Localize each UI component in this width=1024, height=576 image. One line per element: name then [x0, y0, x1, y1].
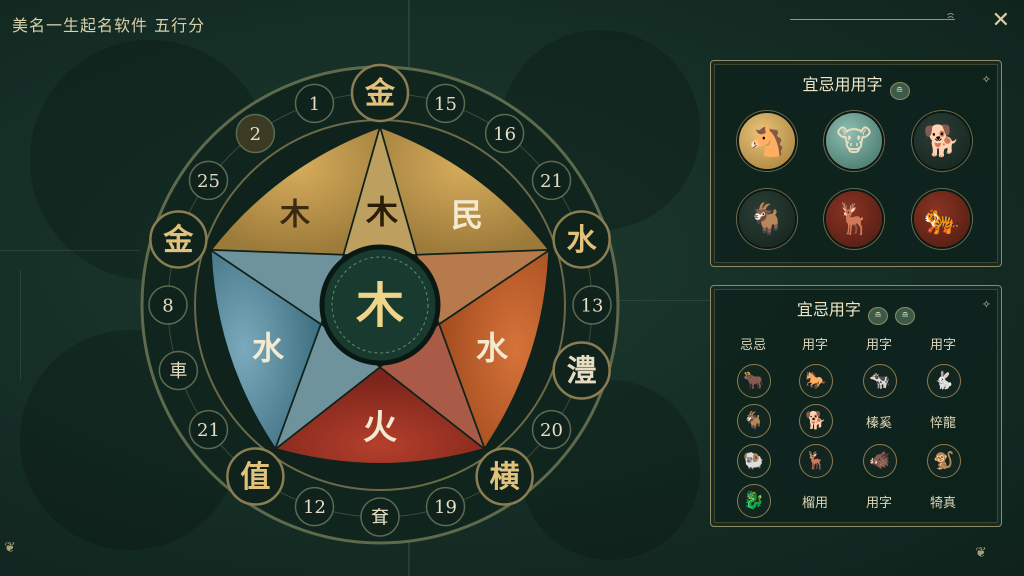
number-node[interactable]: 25	[188, 160, 229, 201]
number-node[interactable]: 19	[425, 486, 466, 527]
number-node[interactable]: 16	[484, 113, 525, 154]
node-label: 值	[240, 460, 270, 495]
tiger-icon[interactable]: 🐅	[914, 191, 970, 247]
goat-icon[interactable]: 🐐	[739, 191, 795, 247]
number-node[interactable]: 車	[158, 350, 199, 391]
dog-icon[interactable]: 🐕	[914, 113, 970, 169]
node-label: 15	[434, 94, 457, 115]
panel-badge-icon: ≘	[868, 307, 888, 325]
element-node[interactable]: 金	[149, 210, 208, 269]
column-header: 用字	[801, 338, 828, 353]
number-node[interactable]: 21	[531, 160, 572, 201]
deer-icon[interactable]: 🦌	[826, 191, 882, 247]
cow-icon[interactable]: 🐄	[863, 364, 897, 398]
boar-icon[interactable]: 🐗	[863, 444, 897, 478]
panel-title-text: 宜忌用用字	[802, 75, 883, 94]
number-node[interactable]: 耷	[360, 497, 400, 537]
node-label: 25	[197, 171, 220, 192]
segment-label-top-center: 木	[365, 193, 398, 231]
monkey-icon[interactable]: 🐒	[927, 444, 961, 478]
avoid-use-panel: 宜忌用用字 ≘ ✧ 🐴 🐮 🐕 🐐 🦌 🐅	[710, 60, 1002, 267]
node-label: 金	[162, 223, 194, 258]
panel-badge-icon: ≘	[889, 82, 910, 100]
number-node[interactable]: 21	[188, 409, 229, 450]
rabbit-icon[interactable]: 🐇	[927, 364, 961, 398]
horse-icon[interactable]: 🐎	[799, 364, 833, 398]
sparkle-icon: ✧	[981, 73, 991, 86]
goat-icon[interactable]: 🐐	[737, 404, 771, 438]
node-label: 1	[309, 94, 320, 115]
segment-label-left: 水	[252, 329, 285, 367]
node-label: 車	[169, 361, 187, 382]
element-node[interactable]: 澧	[552, 341, 611, 400]
node-label: 8	[162, 296, 173, 317]
panel-badge-icon: ≘	[895, 307, 916, 325]
grid-cell-text: 用字	[865, 496, 892, 511]
number-node[interactable]: 2	[235, 113, 276, 154]
corner-ornament-icon: ❦	[4, 540, 16, 556]
number-node[interactable]: 12	[294, 486, 335, 527]
node-label: 金	[364, 77, 396, 112]
grid-cell-text: 榛奚	[865, 416, 892, 431]
node-label: 21	[197, 420, 220, 441]
dragon-icon[interactable]: 🐉	[737, 484, 771, 518]
grid-cell-text: 犄真	[929, 496, 956, 511]
sparkle-icon: ✧	[981, 298, 991, 311]
number-node[interactable]: 8	[148, 285, 188, 325]
horse-icon[interactable]: 🐴	[739, 113, 795, 169]
panel-title: 宜忌用字 ≘ ≘	[711, 296, 1001, 325]
column-header: 用字	[865, 338, 892, 353]
node-label: 横	[490, 460, 520, 495]
node-label: 12	[303, 497, 326, 518]
element-node[interactable]: 水	[552, 210, 611, 269]
panel-title-text: 宜忌用字	[796, 300, 861, 319]
corner-ornament-icon: ❦	[975, 545, 987, 561]
number-node[interactable]: 20	[531, 409, 572, 450]
avoid-use-chars-panel: 宜忌用字 ≘ ≘ ✧ 忌忌 用字 用字 用字 🐂 🐎 🐄 🐇 🐐 🐕 榛奚 悴龍 🐏 🦌 🐗 🐒 🐉 榴用 用字 犄真	[710, 285, 1002, 527]
grid-cell-text: 榴用	[801, 496, 828, 511]
segment-label-bottom: 火	[363, 408, 397, 448]
number-node[interactable]: 13	[572, 285, 612, 325]
node-label: 19	[434, 497, 457, 518]
node-label: 水	[567, 223, 598, 258]
node-label: 20	[540, 420, 563, 441]
node-label: 2	[250, 124, 261, 145]
ox-icon[interactable]: 🐂	[737, 364, 771, 398]
column-header: 忌忌	[739, 338, 766, 353]
element-node[interactable]: 金	[350, 63, 410, 123]
ox-icon[interactable]: 🐮	[826, 113, 882, 169]
segment-label-top-left: 木	[279, 198, 310, 233]
deer-icon[interactable]: 🦌	[799, 444, 833, 478]
number-node[interactable]: 1	[294, 83, 335, 124]
segment-label-right: 水	[476, 329, 509, 367]
node-label: 21	[540, 171, 563, 192]
element-node[interactable]: 值	[226, 447, 285, 506]
node-label: 13	[581, 296, 604, 317]
element-node[interactable]: 横	[475, 447, 534, 506]
node-label: 耷	[371, 508, 389, 529]
segment-label-top-right: 民	[451, 196, 483, 234]
node-label: 澧	[567, 354, 597, 389]
segment-label-center: 木	[356, 278, 404, 334]
ram-icon[interactable]: 🐏	[737, 444, 771, 478]
number-node[interactable]: 15	[425, 83, 466, 124]
dog-icon[interactable]: 🐕	[799, 404, 833, 438]
column-header: 用字	[929, 338, 956, 353]
grid-cell-text: 悴龍	[929, 416, 956, 431]
panel-title: 宜忌用用字 ≘	[711, 71, 1001, 100]
node-label: 16	[493, 124, 516, 145]
